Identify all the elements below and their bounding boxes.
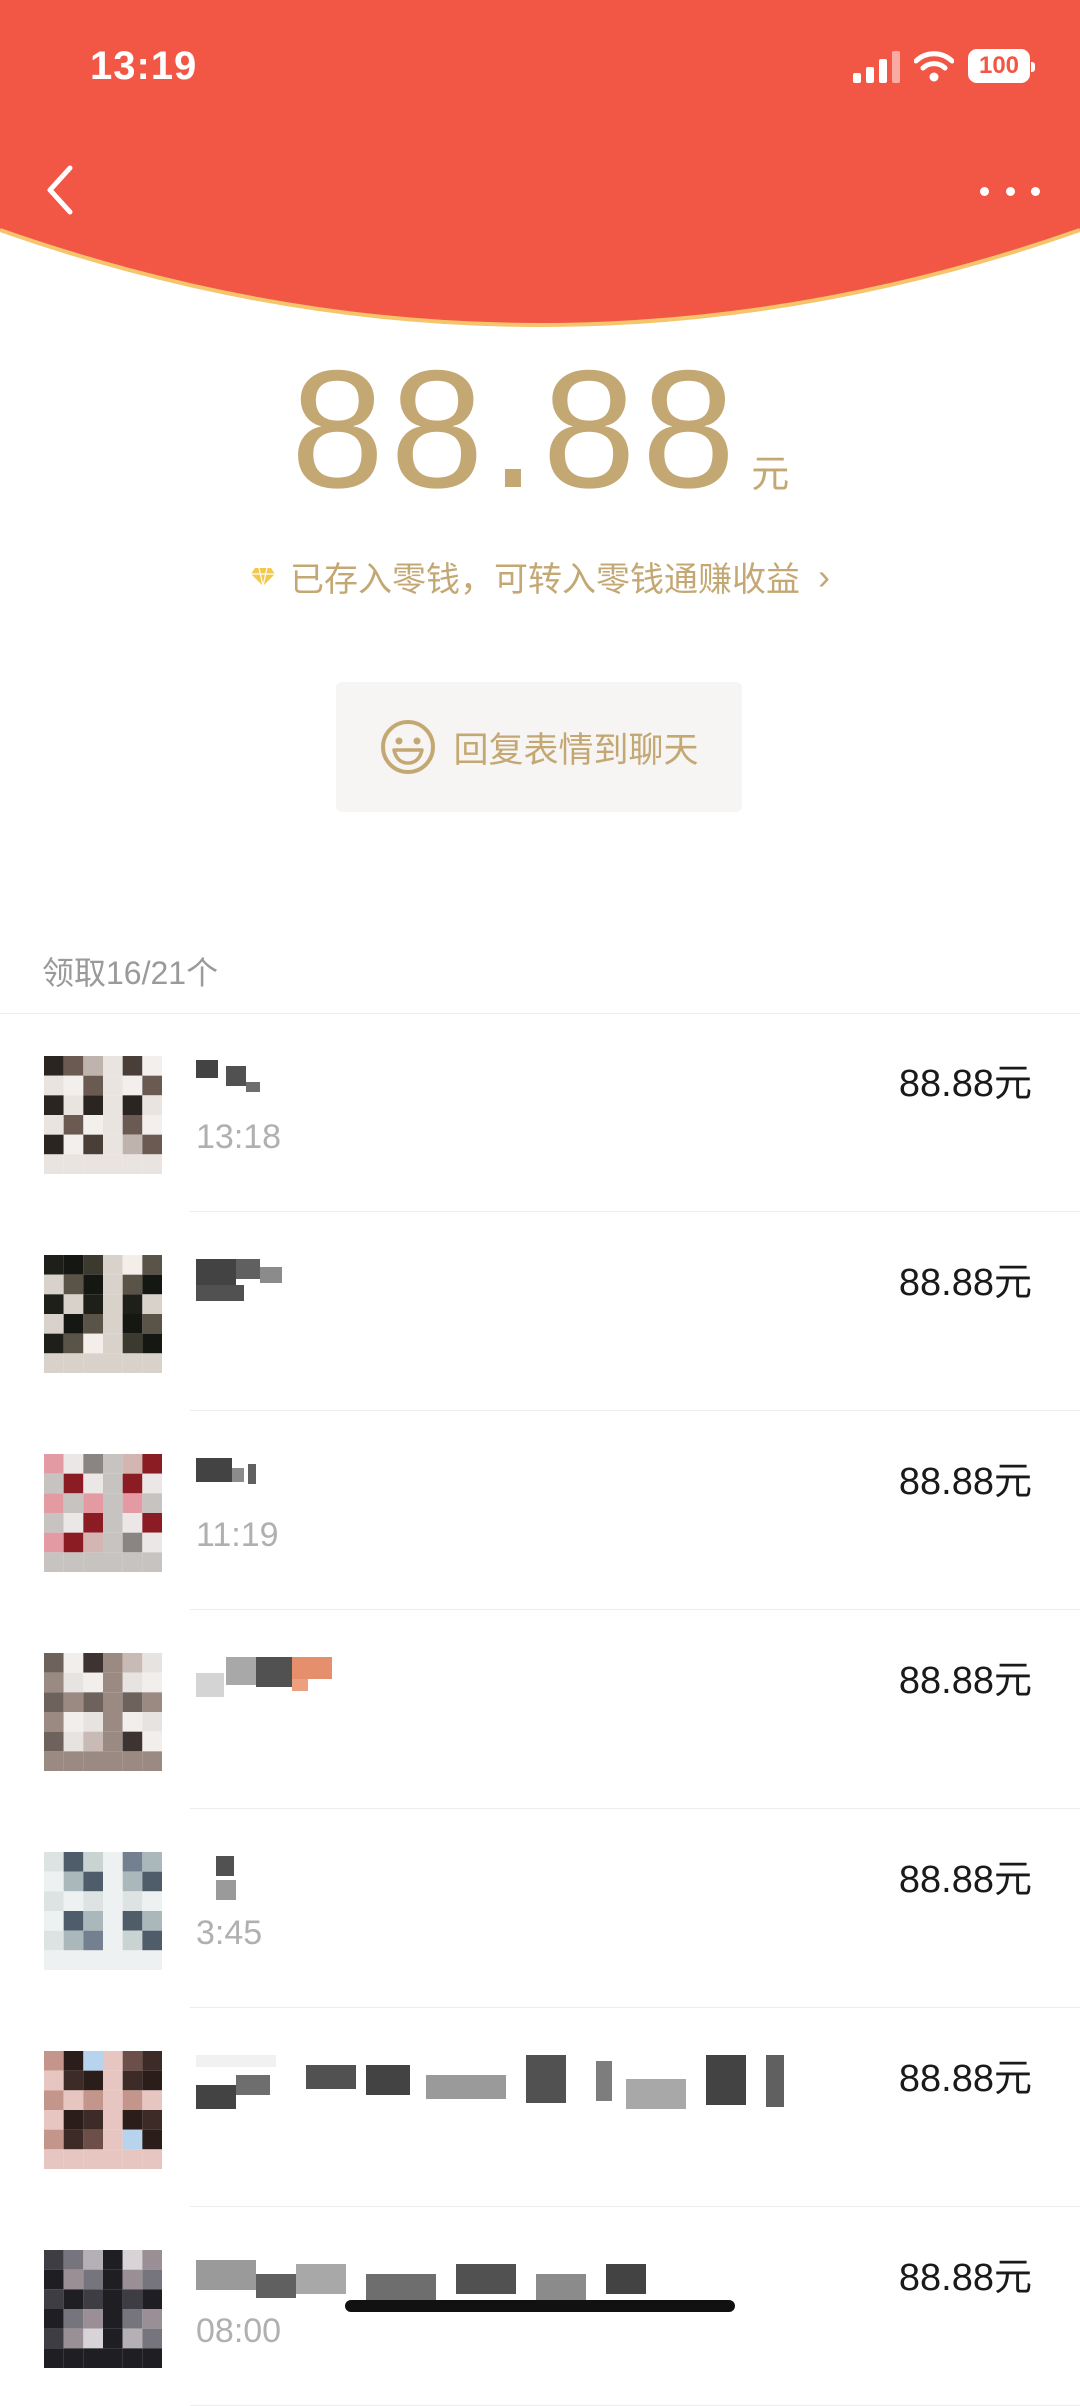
claim-amount: 88.88元 <box>898 1063 1032 1105</box>
status-icons: 100 <box>853 46 1035 86</box>
claim-amount: 88.88元 <box>898 1859 1032 1901</box>
claim-time: 08:00 <box>196 2312 282 2350</box>
avatar[interactable] <box>44 1454 162 1572</box>
battery-icon: 100 <box>968 49 1035 83</box>
claim-amount: 88.88元 <box>898 1461 1032 1503</box>
divider <box>190 2206 1080 2207</box>
amount-value: 88.88 <box>290 335 742 523</box>
claim-time: 13:18 <box>196 1118 282 1156</box>
claim-amount: 88.88元 <box>898 1262 1032 1304</box>
home-indicator <box>345 2300 735 2312</box>
claim-time: 11:19 <box>196 1516 279 1554</box>
blurred-name <box>196 1458 816 1518</box>
divider <box>190 1609 1080 1610</box>
avatar[interactable] <box>44 1056 162 1174</box>
list-item[interactable]: 11:19 88.88元 <box>0 1412 1080 1610</box>
avatar[interactable] <box>44 2250 162 2368</box>
signal-icon <box>853 49 900 83</box>
divider <box>190 2007 1080 2008</box>
blurred-name <box>196 1060 816 1120</box>
avatar[interactable] <box>44 1255 162 1373</box>
list-item[interactable]: 88.88元 <box>0 1611 1080 1809</box>
list-item[interactable]: 88.88元 <box>0 2009 1080 2207</box>
blurred-name <box>196 1856 816 1916</box>
status-time: 13:19 <box>90 44 198 88</box>
diamond-icon <box>251 567 275 586</box>
blurred-name <box>196 2055 816 2115</box>
notice-text: 已存入零钱，可转入零钱通赚收益 <box>290 561 800 599</box>
claim-time: 3:45 <box>196 1914 263 1952</box>
claim-count: 领取16/21个 <box>42 955 219 991</box>
avatar[interactable] <box>44 2051 162 2169</box>
list-item[interactable]: 88.88元 <box>0 1213 1080 1411</box>
avatar[interactable] <box>44 1852 162 1970</box>
amount-unit: 元 <box>751 454 790 496</box>
amount-display: 88.88 元 <box>0 345 1080 513</box>
divider <box>190 1410 1080 1411</box>
avatar[interactable] <box>44 1653 162 1771</box>
chevron-left-icon[interactable] <box>40 160 80 220</box>
chevron-right-icon: › <box>818 555 830 597</box>
claim-amount: 88.88元 <box>898 1660 1032 1702</box>
reply-sticker-button[interactable]: 回复表情到聊天 <box>336 682 742 812</box>
divider <box>190 1808 1080 1809</box>
wifi-icon <box>914 51 954 82</box>
list-item[interactable]: 13:18 88.88元 <box>0 1014 1080 1212</box>
claim-amount: 88.88元 <box>898 2257 1032 2299</box>
list-item[interactable]: 3:45 88.88元 <box>0 1810 1080 2008</box>
claim-amount: 88.88元 <box>898 2058 1032 2100</box>
smiley-icon <box>381 720 436 774</box>
blurred-name <box>196 1259 816 1319</box>
wallet-notice-link[interactable]: 已存入零钱，可转入零钱通赚收益 › <box>0 552 1080 601</box>
more-dots-icon[interactable] <box>980 176 1040 206</box>
reply-button-label: 回复表情到聊天 <box>453 730 699 770</box>
blurred-name <box>196 1657 816 1717</box>
divider <box>190 1211 1080 1212</box>
